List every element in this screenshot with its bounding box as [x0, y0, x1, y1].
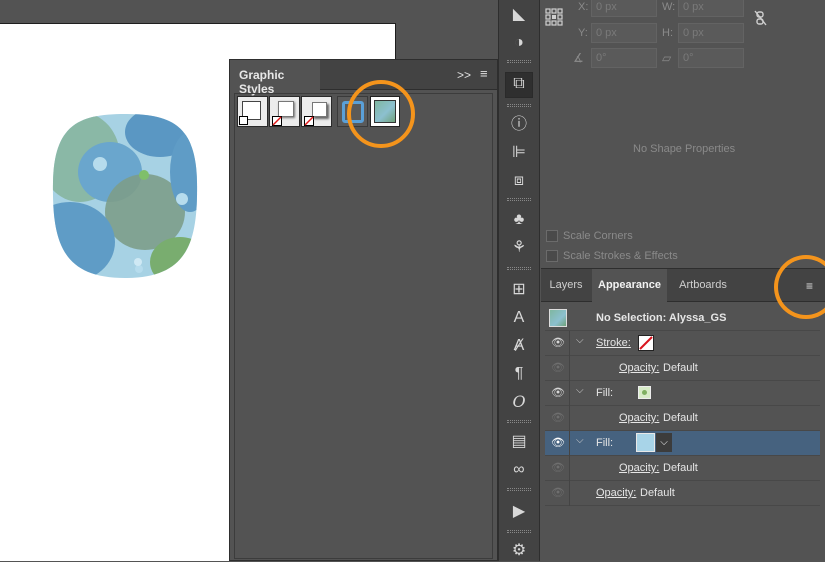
stroke-label[interactable]: Stroke:	[596, 337, 631, 349]
fill-row-selected[interactable]: 👁 ⌵ Fill: ⌵	[545, 431, 820, 456]
links-icon[interactable]: ∞	[507, 459, 531, 481]
opentype-icon[interactable]: O	[507, 391, 531, 413]
fill-row[interactable]: 👁 ⌵ Fill:	[545, 381, 820, 406]
grip-handle[interactable]	[507, 198, 531, 201]
scale-corners-label: Scale Corners	[563, 230, 633, 242]
scale-strokes-label: Scale Strokes & Effects	[563, 250, 678, 262]
transform-icon[interactable]: ⧉	[505, 72, 533, 98]
object-opacity-row[interactable]: 👁 Opacity: Default	[545, 481, 820, 506]
w-label: W:	[662, 1, 676, 13]
appearance-header-row[interactable]: No Selection: Alyssa_GS	[545, 306, 820, 331]
document-info-icon[interactable]: ▤	[507, 431, 531, 453]
tab-appearance[interactable]: Appearance	[592, 269, 667, 302]
style-thumbnail	[549, 309, 567, 327]
reference-point-icon[interactable]	[545, 8, 563, 26]
transparency-icon[interactable]: ◑	[507, 32, 531, 54]
y-label: Y:	[578, 27, 588, 39]
stroke-row[interactable]: 👁 ⌵ Stroke:	[545, 331, 820, 356]
x-label: X:	[578, 1, 589, 13]
visibility-eye-icon[interactable]: 👁	[551, 387, 565, 399]
fill-label[interactable]: Fill:	[596, 387, 613, 399]
shear-icon: ▱	[662, 51, 672, 65]
opacity-value: Default	[640, 487, 675, 499]
grip-handle[interactable]	[507, 267, 531, 270]
opacity-value: Default	[663, 462, 698, 474]
paragraph-styles-icon[interactable]: ¶	[507, 363, 531, 385]
visibility-eye-icon[interactable]: 👁	[551, 412, 565, 424]
fill-opacity-row[interactable]: 👁 Opacity: Default	[545, 406, 820, 431]
visibility-eye-icon[interactable]: 👁	[551, 487, 565, 499]
w-field[interactable]: 0 px	[678, 0, 744, 17]
actions-icon[interactable]: ▶	[507, 501, 531, 523]
chevron-down-icon[interactable]: ⌵	[576, 435, 584, 446]
none-icon	[272, 116, 282, 126]
align-icon[interactable]: ⊫	[507, 142, 531, 164]
grip-handle[interactable]	[507, 104, 531, 107]
visibility-eye-icon[interactable]: 👁	[551, 462, 565, 474]
style-list-area[interactable]	[234, 93, 493, 559]
scale-strokes-checkbox[interactable]	[546, 250, 558, 262]
stroke-none-swatch[interactable]	[638, 335, 654, 351]
character-styles-icon[interactable]: Ⱥ	[507, 335, 531, 357]
pathfinder-icon[interactable]: ⧈	[507, 170, 531, 192]
opacity-label[interactable]: Opacity:	[619, 412, 659, 424]
fill-label[interactable]: Fill:	[596, 437, 613, 449]
visibility-eye-icon[interactable]: 👁	[551, 437, 565, 449]
opacity-label[interactable]: Opacity:	[596, 487, 636, 499]
graphic-styles-tab[interactable]: Graphic Styles	[230, 60, 320, 96]
h-field[interactable]: 0 px	[678, 23, 744, 43]
chevron-down-icon[interactable]: ⌵	[576, 335, 584, 346]
tab-artboards[interactable]: Artboards	[668, 269, 738, 302]
rotate-field[interactable]: 0°	[591, 48, 657, 68]
scale-corners-checkbox[interactable]	[546, 230, 558, 242]
fill-opacity-row[interactable]: 👁 Opacity: Default	[545, 456, 820, 481]
h-label: H:	[662, 27, 673, 39]
shear-field[interactable]: 0°	[678, 48, 744, 68]
rotate-icon: ∡	[573, 51, 584, 65]
none-icon	[304, 116, 314, 126]
opacity-label[interactable]: Opacity:	[619, 362, 659, 374]
grip-handle[interactable]	[507, 60, 531, 63]
visibility-eye-icon[interactable]: 👁	[551, 362, 565, 374]
no-shape-properties-text: No Shape Properties	[633, 143, 736, 155]
info-icon[interactable]: ⓘ	[507, 114, 531, 136]
brushes-icon[interactable]: ⚘	[507, 237, 531, 259]
constrain-proportions-icon[interactable]	[753, 10, 769, 26]
pattern-fill-swatch[interactable]	[638, 386, 651, 399]
shadow-style-swatch[interactable]	[301, 96, 332, 127]
selection-label: No Selection: Alyssa_GS	[596, 312, 727, 324]
appearance-empty-area	[545, 506, 820, 562]
panel-menu-icon[interactable]: ≡	[480, 66, 488, 81]
transform-panel: X: 0 px W: 0 px Y: 0 px H: 0 px ∡ 0° ▱ 0…	[541, 0, 825, 268]
fill-dropdown-chevron-icon[interactable]: ⌵	[656, 433, 672, 452]
asset-export-icon[interactable]: ⊞	[507, 279, 531, 301]
opacity-label[interactable]: Opacity:	[619, 462, 659, 474]
default-style-swatch[interactable]	[237, 96, 268, 127]
tab-layers[interactable]: Layers	[541, 269, 591, 302]
visibility-eye-icon[interactable]: 👁	[551, 337, 565, 349]
chevron-down-icon[interactable]: ⌵	[576, 385, 584, 396]
grip-handle[interactable]	[507, 530, 531, 533]
opacity-value: Default	[663, 412, 698, 424]
gear-icon[interactable]: ⚙	[507, 540, 531, 562]
character-icon[interactable]: A	[507, 307, 531, 329]
panel-dock-strip: ◣ ◑ ⧉ ⓘ ⊫ ⧈ ♣ ⚘ ⊞ A Ⱥ ¶ O ▤ ∞ ▶ ⚙	[498, 0, 540, 561]
appearance-panel: Layers Appearance Artboards ≡ No Selecti…	[541, 255, 825, 562]
y-field[interactable]: 0 px	[591, 23, 657, 43]
opacity-value: Default	[663, 362, 698, 374]
grip-handle[interactable]	[507, 420, 531, 423]
grip-handle[interactable]	[507, 488, 531, 491]
x-field[interactable]: 0 px	[591, 0, 657, 17]
fill-color-swatch[interactable]	[636, 433, 655, 452]
gradient-icon[interactable]: ◣	[507, 4, 531, 26]
expand-panel-icon[interactable]: >>	[457, 68, 471, 82]
symbols-icon[interactable]: ♣	[507, 209, 531, 231]
no-stroke-style-swatch[interactable]	[269, 96, 300, 127]
blob-artwork[interactable]	[50, 112, 200, 280]
highlight-circle	[347, 80, 415, 148]
stroke-opacity-row[interactable]: 👁 Opacity: Default	[545, 356, 820, 381]
graphic-styles-panel: Graphic Styles >> ≡	[229, 59, 498, 561]
